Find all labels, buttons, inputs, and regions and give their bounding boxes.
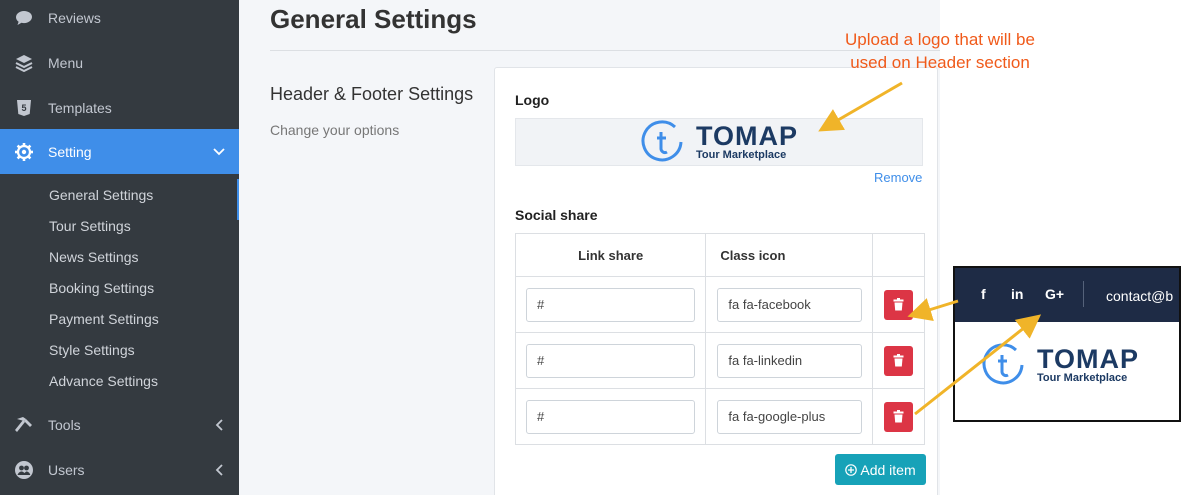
sidebar-item-menu[interactable]: Menu (0, 40, 239, 85)
delete-row-button[interactable] (884, 289, 914, 320)
chevron-down-icon (199, 147, 239, 156)
sidebar: Reviews Menu 5 Templates Setting General… (0, 0, 239, 495)
header-preview: f in G+ contact@b TOMAP Tour Marketplace (953, 266, 1181, 422)
link-share-input[interactable]: # (526, 287, 696, 322)
delete-row-button[interactable] (884, 345, 914, 376)
sidebar-subitem-style-settings[interactable]: Style Settings (49, 335, 135, 366)
column-header-class-icon: Class icon (705, 233, 874, 277)
link-share-input[interactable]: # (526, 343, 696, 378)
svg-text:5: 5 (21, 103, 26, 113)
sidebar-item-label: Users (48, 461, 85, 478)
sidebar-item-label: Setting (48, 143, 92, 160)
sidebar-item-setting[interactable]: Setting (0, 129, 239, 174)
sidebar-item-label: Tools (48, 416, 81, 433)
logo-preview[interactable]: TOMAP Tour Marketplace (515, 118, 923, 166)
users-icon (0, 460, 48, 480)
divider (1083, 281, 1084, 307)
column-header-link-share: Link share (514, 233, 707, 277)
tomap-logo-icon (982, 343, 1024, 385)
preview-logo: TOMAP Tour Marketplace (981, 342, 1139, 388)
page-title: General Settings (270, 4, 477, 34)
class-icon-input[interactable]: fa fa-linkedin (717, 343, 863, 378)
preview-wordmark: TOMAP (1037, 343, 1140, 374)
logo-wordmark: TOMAP (695, 120, 798, 151)
comment-icon (0, 10, 48, 26)
sidebar-item-reviews[interactable]: Reviews (0, 0, 239, 40)
hammer-icon (0, 416, 48, 434)
tomap-logo-icon (641, 120, 683, 162)
social-share-label: Social share (515, 207, 598, 223)
social-share-table: Link share Class icon # fa fa-facebook #… (514, 233, 925, 445)
trash-icon (893, 354, 904, 367)
sidebar-subitem-news-settings[interactable]: News Settings (49, 242, 138, 273)
remove-logo-link[interactable]: Remove (874, 170, 922, 185)
sidebar-subitem-advance-settings[interactable]: Advance Settings (49, 366, 158, 397)
annotation-line: used on Header section (850, 53, 1030, 72)
sidebar-subitem-booking-settings[interactable]: Booking Settings (49, 273, 154, 304)
trash-icon (893, 410, 904, 423)
add-item-button[interactable]: Add item (835, 454, 926, 485)
google-plus-icon: G+ (1045, 286, 1065, 302)
table-row: # fa fa-linkedin (514, 332, 925, 389)
delete-row-button[interactable] (884, 401, 914, 432)
sidebar-item-users[interactable]: Users (0, 447, 239, 492)
html5-icon: 5 (0, 99, 48, 117)
class-icon-input[interactable]: fa fa-google-plus (717, 399, 863, 434)
chevron-left-icon (199, 418, 239, 431)
sidebar-item-tools[interactable]: Tools (0, 402, 239, 447)
logo-tagline: Tour Marketplace (695, 148, 787, 161)
sidebar-subitem-tour-settings[interactable]: Tour Settings (49, 211, 131, 242)
table-row: # fa fa-facebook (514, 276, 925, 333)
table-row: # fa fa-google-plus (514, 388, 925, 445)
preview-tagline: Tour Marketplace (1037, 371, 1128, 384)
sidebar-item-label: Reviews (48, 9, 101, 26)
contact-email: contact@b (1106, 288, 1174, 304)
layers-icon (0, 54, 48, 72)
link-share-input[interactable]: # (526, 399, 696, 434)
logo-label: Logo (515, 92, 550, 108)
active-indicator (237, 179, 239, 220)
sidebar-item-templates[interactable]: 5 Templates (0, 85, 239, 130)
plus-circle-icon (845, 463, 858, 476)
chevron-left-icon (199, 463, 239, 476)
column-header-actions (872, 233, 925, 277)
sidebar-subitem-general-settings[interactable]: General Settings (49, 180, 153, 211)
gear-icon (0, 142, 48, 162)
sidebar-item-label: Templates (48, 99, 112, 116)
class-icon-input[interactable]: fa fa-facebook (717, 287, 863, 322)
section-subtitle: Change your options (270, 122, 400, 138)
annotation-text: Upload a logo that will be used on Heade… (800, 28, 1080, 74)
linkedin-icon: in (1011, 286, 1024, 302)
add-item-label: Add item (860, 461, 916, 478)
annotation-line: Upload a logo that will be (845, 30, 1035, 49)
table-header-row: Link share Class icon (514, 233, 925, 277)
sidebar-item-label: Menu (48, 54, 84, 71)
trash-icon (893, 298, 904, 311)
sidebar-subitem-payment-settings[interactable]: Payment Settings (49, 304, 159, 335)
section-title: Header & Footer Settings (270, 84, 474, 104)
facebook-icon: f (981, 286, 986, 302)
preview-topbar: f in G+ contact@b (955, 268, 1179, 322)
